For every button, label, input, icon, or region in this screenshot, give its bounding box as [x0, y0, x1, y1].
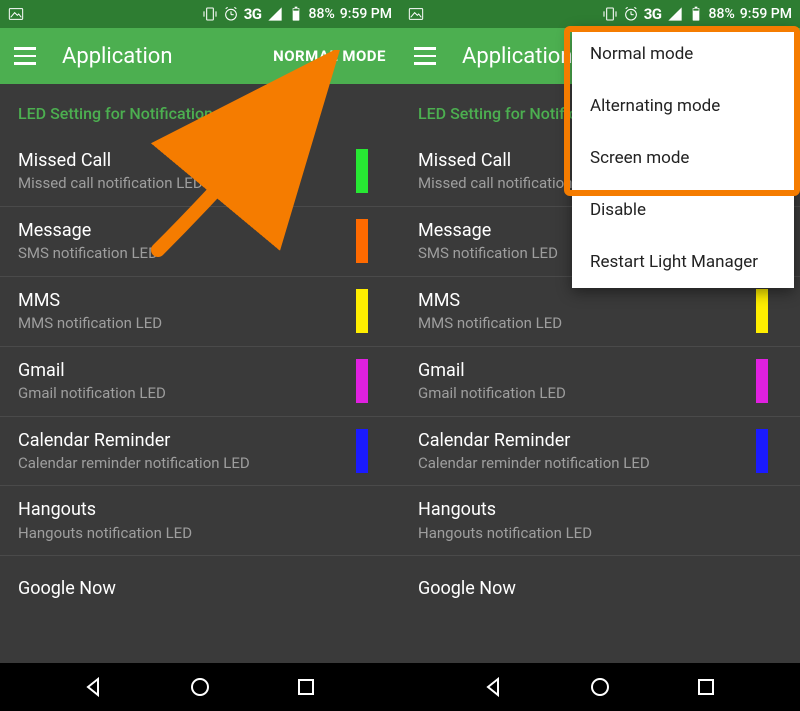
row-title: Gmail	[418, 359, 782, 382]
vibrate-icon	[602, 6, 618, 22]
list-item[interactable]: Missed Call Missed call notification LED	[0, 137, 400, 207]
alarm-icon	[223, 6, 239, 22]
mode-menu: Normal mode Alternating mode Screen mode…	[572, 28, 794, 288]
phone-left: 3G 88% 9:59 PM Application NORMAL MODE L…	[0, 0, 400, 711]
section-header: LED Setting for Notification	[0, 84, 400, 137]
picture-icon	[8, 6, 24, 22]
battery-percent: 88%	[709, 6, 735, 22]
list-item[interactable]: Google Now	[0, 556, 400, 620]
network-type: 3G	[644, 5, 662, 23]
row-title: Hangouts	[418, 498, 782, 521]
home-icon[interactable]	[188, 675, 212, 699]
row-sub: MMS notification LED	[418, 314, 782, 334]
color-swatch	[356, 149, 368, 193]
color-swatch	[756, 359, 768, 403]
nav-bar	[400, 663, 800, 711]
color-swatch	[356, 219, 368, 263]
row-sub: Hangouts notification LED	[18, 524, 382, 544]
recent-icon[interactable]	[294, 675, 318, 699]
app-bar: Application NORMAL MODE	[0, 28, 400, 84]
row-sub: Gmail notification LED	[18, 384, 382, 404]
home-icon[interactable]	[588, 675, 612, 699]
signal-icon	[267, 6, 283, 22]
battery-icon	[688, 6, 704, 22]
list-item[interactable]: Hangouts Hangouts notification LED	[0, 486, 400, 556]
settings-list: LED Setting for Notification Missed Call…	[0, 84, 400, 663]
list-item[interactable]: Gmail Gmail notification LED	[0, 347, 400, 417]
row-title: MMS	[418, 289, 782, 312]
row-title: Google Now	[18, 577, 382, 600]
list-item[interactable]: Hangouts Hangouts notification LED	[400, 486, 800, 556]
row-title: Message	[18, 219, 382, 242]
list-item[interactable]: Calendar Reminder Calendar reminder noti…	[400, 417, 800, 487]
color-swatch	[356, 429, 368, 473]
row-title: Missed Call	[18, 149, 382, 172]
list-item[interactable]: Message SMS notification LED	[0, 207, 400, 277]
row-sub: Calendar reminder notification LED	[18, 454, 382, 474]
signal-icon	[667, 6, 683, 22]
list-item[interactable]: Google Now	[400, 556, 800, 620]
color-swatch	[356, 359, 368, 403]
menu-item-disable[interactable]: Disable	[572, 184, 794, 236]
battery-icon	[288, 6, 304, 22]
alarm-icon	[623, 6, 639, 22]
color-swatch	[756, 429, 768, 473]
row-title: MMS	[18, 289, 382, 312]
row-sub: Calendar reminder notification LED	[418, 454, 782, 474]
status-bar: 3G 88% 9:59 PM	[0, 0, 400, 28]
menu-icon[interactable]	[14, 43, 40, 69]
row-title: Calendar Reminder	[418, 429, 782, 452]
menu-icon[interactable]	[414, 43, 440, 69]
menu-item-screen[interactable]: Screen mode	[572, 132, 794, 184]
row-title: Gmail	[18, 359, 382, 382]
row-title: Google Now	[418, 577, 782, 600]
row-sub: Gmail notification LED	[418, 384, 782, 404]
color-swatch	[356, 289, 368, 333]
row-title: Calendar Reminder	[18, 429, 382, 452]
list-item[interactable]: Calendar Reminder Calendar reminder noti…	[0, 417, 400, 487]
row-sub: Hangouts notification LED	[418, 524, 782, 544]
menu-item-restart[interactable]: Restart Light Manager	[572, 236, 794, 288]
list-item[interactable]: MMS MMS notification LED	[0, 277, 400, 347]
page-title: Application	[62, 44, 273, 69]
nav-bar	[0, 663, 400, 711]
menu-item-normal[interactable]: Normal mode	[572, 28, 794, 80]
clock-time: 9:59 PM	[740, 6, 792, 22]
clock-time: 9:59 PM	[340, 6, 392, 22]
menu-item-alternating[interactable]: Alternating mode	[572, 80, 794, 132]
list-item[interactable]: Gmail Gmail notification LED	[400, 347, 800, 417]
phone-right: 3G 88% 9:59 PM Application LED Setting f…	[400, 0, 800, 711]
row-title: Hangouts	[18, 498, 382, 521]
battery-percent: 88%	[309, 6, 335, 22]
back-icon[interactable]	[482, 675, 506, 699]
color-swatch	[756, 289, 768, 333]
status-bar: 3G 88% 9:59 PM	[400, 0, 800, 28]
row-sub: Missed call notification LED	[18, 174, 382, 194]
back-icon[interactable]	[82, 675, 106, 699]
mode-button[interactable]: NORMAL MODE	[273, 47, 386, 65]
vibrate-icon	[202, 6, 218, 22]
row-sub: SMS notification LED	[18, 244, 382, 264]
picture-icon	[408, 6, 424, 22]
recent-icon[interactable]	[694, 675, 718, 699]
network-type: 3G	[244, 5, 262, 23]
row-sub: MMS notification LED	[18, 314, 382, 334]
